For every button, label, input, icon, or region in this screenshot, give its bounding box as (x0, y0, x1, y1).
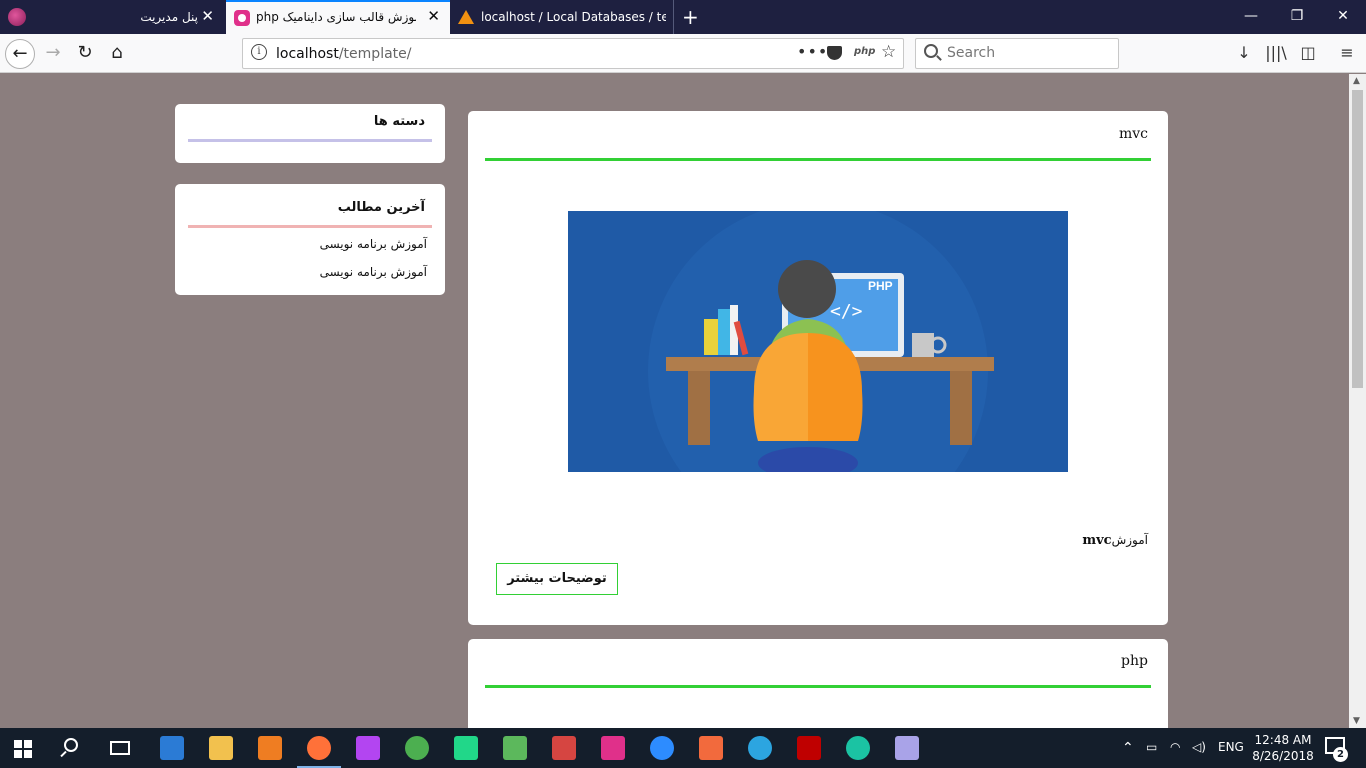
wamp-icon[interactable] (601, 736, 625, 760)
search-input[interactable] (947, 45, 1107, 61)
search-icon (924, 44, 938, 58)
pocket-icon[interactable] (827, 46, 842, 60)
close-window-button[interactable]: ✕ (1328, 8, 1358, 24)
wifi-icon[interactable]: ◠ (1170, 740, 1180, 754)
volume-icon[interactable]: ◁) (1192, 740, 1206, 754)
post-image: PHP </> (568, 211, 1068, 472)
windows-start-icon[interactable] (14, 740, 32, 758)
forward-button[interactable]: → (38, 39, 68, 69)
site-info-icon[interactable]: i (251, 44, 267, 60)
page-actions-icon[interactable]: ••• (797, 42, 828, 61)
tab-favicon-icon (8, 8, 26, 26)
bookmark-star-icon[interactable]: ☆ (881, 42, 896, 62)
task-view-icon[interactable] (110, 741, 130, 755)
taskbar-search-icon[interactable] (64, 738, 78, 752)
phpstorm-icon[interactable] (356, 736, 380, 760)
phpmyadmin-icon (458, 10, 474, 24)
minimize-button[interactable]: — (1236, 8, 1266, 24)
close-tab-icon[interactable]: ✕ (201, 7, 214, 25)
tab-admin-panel[interactable]: پنل مدیریت ✕ (118, 0, 224, 34)
tab-title: پنل مدیریت (140, 10, 198, 24)
taskbar-clock[interactable]: 12:48 AM 8/26/2018 (1250, 732, 1316, 764)
post-title[interactable]: mvc (1119, 126, 1148, 142)
categories-widget: دسته ها (175, 104, 445, 163)
latest-posts-title: آخرین مطالب (337, 200, 425, 215)
visualstudio-icon[interactable] (895, 736, 919, 760)
page-scrollbar[interactable]: ▲ ▼ (1349, 74, 1366, 728)
more-details-button[interactable]: توضیحات بیشتر (496, 563, 618, 595)
webstorm-icon[interactable] (454, 736, 478, 760)
search-bar[interactable] (915, 38, 1119, 69)
tab-title: localhost / Local Databases / te (481, 10, 666, 24)
wamp-icon (234, 10, 250, 26)
sublime-icon[interactable] (258, 736, 282, 760)
post-description: آموزشmvc (1082, 533, 1148, 548)
scroll-down-icon[interactable]: ▼ (1353, 716, 1360, 726)
divider (485, 158, 1151, 161)
feather-icon[interactable] (699, 736, 723, 760)
page-content: دسته ها آخرین مطالب آموزش برنامه نویسی آ… (0, 74, 1349, 728)
image-php-text: PHP (868, 279, 893, 293)
divider (485, 685, 1151, 688)
categories-title: دسته ها (373, 114, 425, 129)
tab-template-active[interactable]: php آموزش قالب سازی داینامیک ✕ (226, 0, 450, 34)
url-host: localhost (276, 46, 339, 62)
post-desc-bold: mvc (1082, 533, 1112, 548)
firefox-icon[interactable] (297, 736, 341, 768)
new-tab-button[interactable]: + (682, 5, 699, 29)
filezilla-icon[interactable] (797, 736, 821, 760)
pinterest-icon[interactable] (552, 736, 576, 760)
nav-bar: ← → ↻ ⌂ i localhost/template/ ••• php ☆ … (0, 34, 1366, 73)
post-title[interactable]: php (1121, 653, 1148, 669)
zoom-icon[interactable] (650, 736, 674, 760)
telegram-icon[interactable] (748, 736, 772, 760)
gitkraken-icon[interactable] (846, 736, 870, 760)
windows-taskbar: ⌃ ▭ ◠ ◁) ENG 12:48 AM 8/26/2018 2 (0, 728, 1366, 768)
language-indicator[interactable]: ENG (1218, 740, 1244, 754)
latest-post-link[interactable]: آموزش برنامه نویسی (320, 265, 427, 279)
post-desc-prefix: آموزش (1111, 533, 1148, 547)
notification-count-badge: 2 (1333, 747, 1348, 762)
tab-title: php آموزش قالب سازی داینامیک (256, 10, 416, 24)
library-icon[interactable]: |||\ (1264, 43, 1288, 62)
tab-bar: پنل مدیریت ✕ php آموزش قالب سازی داینامی… (0, 0, 1366, 34)
divider (188, 225, 432, 228)
url-text[interactable]: localhost/template/ (276, 46, 411, 62)
maximize-button[interactable]: ❐ (1282, 8, 1312, 24)
php-extension-icon[interactable]: php (854, 46, 875, 57)
back-button[interactable]: ← (5, 39, 35, 69)
chrome-icon[interactable] (405, 736, 429, 760)
battery-icon[interactable]: ▭ (1146, 740, 1157, 754)
divider (188, 139, 432, 142)
clock-date: 8/26/2018 (1252, 749, 1314, 763)
edge-icon[interactable] (160, 736, 184, 760)
tab-phpmyadmin[interactable]: localhost / Local Databases / te (450, 0, 674, 34)
hamburger-menu-icon[interactable]: ≡ (1335, 43, 1359, 62)
scrollbar-thumb[interactable] (1352, 90, 1363, 388)
camtasia-icon[interactable] (503, 736, 527, 760)
scroll-up-icon[interactable]: ▲ (1353, 76, 1360, 86)
sidebar-icon[interactable]: ◫ (1296, 43, 1320, 62)
url-path: /template/ (338, 46, 412, 62)
close-tab-icon[interactable]: ✕ (427, 7, 440, 25)
image-code-text: </> (830, 301, 863, 322)
downloads-icon[interactable]: ↓ (1232, 43, 1256, 62)
reload-button[interactable]: ↻ (70, 39, 100, 69)
post-card: mvc PHP </> آموزشmvc توضیحات بیشتر (468, 111, 1168, 625)
latest-posts-widget: آخرین مطالب آموزش برنامه نویسی آموزش برن… (175, 184, 445, 295)
latest-post-link[interactable]: آموزش برنامه نویسی (320, 237, 427, 251)
post-card: php (468, 639, 1168, 728)
home-button[interactable]: ⌂ (102, 39, 132, 69)
url-bar[interactable]: i localhost/template/ ••• php ☆ (242, 38, 904, 69)
tray-chevron-icon[interactable]: ⌃ (1122, 740, 1134, 756)
clock-time: 12:48 AM (1254, 733, 1312, 747)
explorer-icon[interactable] (209, 736, 233, 760)
